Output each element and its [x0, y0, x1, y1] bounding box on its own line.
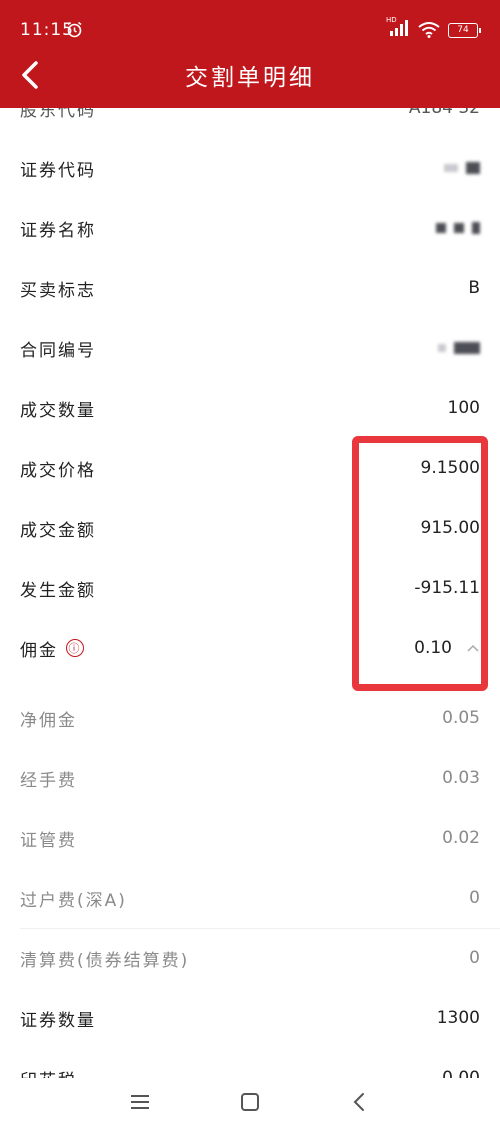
- list-item-transfer-fee: 过户费(深A) 0: [0, 868, 500, 928]
- row-value: 0.03: [442, 768, 480, 788]
- list-item-trade-flag: 买卖标志 B: [0, 258, 500, 318]
- list-item-security-code: 证券代码: [0, 138, 500, 198]
- page-title: 交割单明细: [185, 65, 315, 91]
- list-item-occur-amount: 发生金额 -915.11: [0, 558, 500, 618]
- status-icons: HD 74: [386, 16, 481, 40]
- row-value: 0.02: [442, 828, 480, 848]
- redacted-value: [444, 162, 480, 174]
- list-item-security-qty: 证券数量 1300: [0, 988, 500, 1048]
- row-label: 印花税: [20, 1066, 77, 1079]
- redacted-value: [438, 342, 480, 354]
- row-label: 证券代码: [20, 160, 96, 181]
- row-label: 证管费: [20, 830, 77, 851]
- signal-icon: HD: [386, 16, 410, 40]
- chevron-up-icon[interactable]: [466, 643, 480, 653]
- row-label: 成交价格: [20, 460, 96, 481]
- list-item-handling-fee: 经手费 0.03: [0, 748, 500, 808]
- system-nav-bar: [0, 1078, 500, 1125]
- home-square-icon[interactable]: [236, 1088, 264, 1116]
- row-value: 0: [469, 888, 480, 908]
- app-header: 11:15 HD 74 交割单明细: [0, 0, 500, 108]
- network-label: HD: [386, 16, 397, 24]
- row-label: 过户费(深A): [20, 890, 127, 911]
- back-triangle-icon[interactable]: [346, 1088, 374, 1116]
- row-value: B: [468, 278, 480, 298]
- detail-list[interactable]: 股东代码 A184 32 证券代码 证券名称 买卖标志 B 合同编号 成交数量 …: [0, 108, 500, 1078]
- list-item-deal-qty: 成交数量 100: [0, 378, 500, 438]
- row-label: 成交数量: [20, 400, 96, 421]
- info-icon[interactable]: ⓘ: [66, 639, 84, 657]
- row-label: 股东代码: [20, 108, 96, 121]
- row-label: 买卖标志: [20, 280, 96, 301]
- row-value: 0.00: [442, 1068, 480, 1078]
- wifi-icon: [418, 22, 440, 38]
- row-value: 0: [469, 948, 480, 968]
- row-value: 0.10: [414, 638, 452, 658]
- row-label: 合同编号: [20, 340, 96, 361]
- row-value: 0.05: [442, 708, 480, 728]
- list-item-commission[interactable]: 佣金 ⓘ 0.10: [0, 618, 500, 678]
- row-label: 清算费(债券结算费): [20, 950, 190, 971]
- row-value: 915.00: [420, 518, 480, 538]
- list-item-security-name: 证券名称: [0, 198, 500, 258]
- battery-icon: 74: [448, 22, 481, 38]
- list-item-shareholder-code: 股东代码 A184 32: [0, 108, 500, 138]
- row-label: 佣金: [20, 640, 58, 661]
- commission-label-group: 佣金 ⓘ: [20, 636, 84, 661]
- list-item-regulatory-fee: 证管费 0.02: [0, 808, 500, 868]
- list-item-deal-price: 成交价格 9.1500: [0, 438, 500, 498]
- list-item-stamp-duty: 印花税 0.00: [0, 1048, 500, 1078]
- row-value: 1300: [436, 1008, 480, 1028]
- row-label: 经手费: [20, 770, 77, 791]
- row-label: 证券名称: [20, 220, 96, 241]
- row-value: 100: [447, 398, 480, 418]
- list-item-clearing-fee: 清算费(债券结算费) 0: [0, 928, 500, 988]
- row-label: 发生金额: [20, 580, 96, 601]
- row-value: A184 32: [408, 108, 480, 118]
- row-label: 净佣金: [20, 710, 77, 731]
- row-label: 证券数量: [20, 1010, 96, 1031]
- redacted-value: [436, 222, 480, 234]
- row-value: 9.1500: [420, 458, 480, 478]
- alarm-clock-icon: [67, 21, 82, 38]
- menu-icon[interactable]: [126, 1088, 154, 1116]
- list-item-deal-amount: 成交金额 915.00: [0, 498, 500, 558]
- row-value: -915.11: [414, 578, 480, 598]
- row-label: 成交金额: [20, 520, 96, 541]
- commission-value-group: 0.10: [414, 638, 480, 658]
- list-item-net-commission: 净佣金 0.05: [0, 688, 500, 748]
- list-item-contract-no: 合同编号: [0, 318, 500, 378]
